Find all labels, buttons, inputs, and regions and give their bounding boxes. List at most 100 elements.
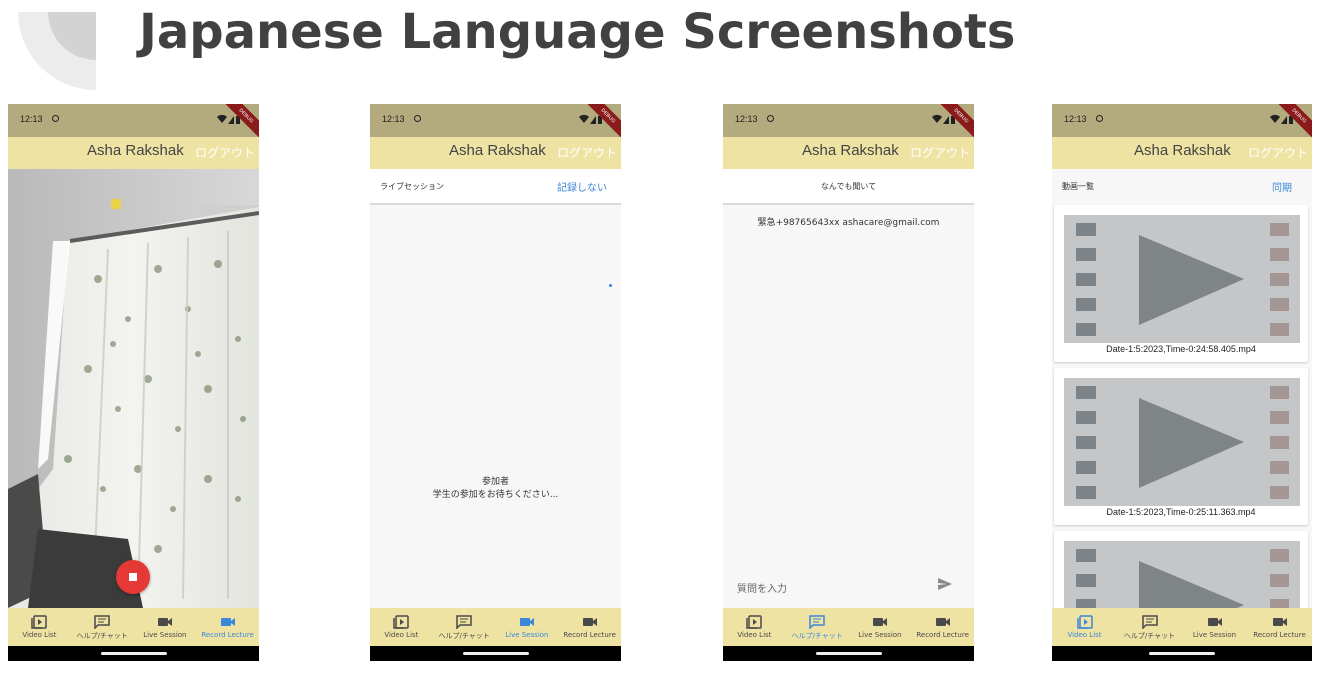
sync-button[interactable]: 同期	[1272, 179, 1292, 194]
nav-help-chat[interactable]: ヘルプ/チャット	[786, 608, 849, 646]
play-icon	[1064, 215, 1300, 343]
nav-label: Record Lecture	[563, 631, 616, 639]
logo-arc	[18, 12, 96, 90]
phone-chat-screen: 12:13 DEBUG Asha Rakshak ログアウト なんでも聞いて 緊…	[723, 104, 974, 661]
video-filename: Date-1:5:2023,Time-0:24:58.405.mp4	[1106, 344, 1256, 354]
camera-preview	[8, 169, 259, 608]
app-bar: Asha Rakshak ログアウト	[8, 137, 259, 169]
question-input[interactable]: 質問を入力	[737, 580, 787, 595]
status-time: 12:13	[735, 114, 758, 124]
nav-record-lecture[interactable]: Record Lecture	[1247, 608, 1312, 646]
chat-icon	[456, 615, 472, 629]
status-bar: 12:13 DEBUG	[370, 104, 621, 143]
nav-video-list[interactable]: Video List	[723, 608, 786, 646]
app-bar: Asha Rakshak ログアウト	[723, 137, 974, 169]
phone-record-screen: 12:13 DEBUG Asha Rakshak ログアウト Video Lis…	[8, 104, 259, 661]
status-time: 12:13	[382, 114, 405, 124]
video-list-icon	[31, 615, 48, 629]
record-video-icon	[1272, 618, 1287, 626]
phone-live-session-screen: 12:13 DEBUG Asha Rakshak ログアウト ライブセッション …	[370, 104, 621, 661]
bottom-navigation: Video List ヘルプ/チャット Live Session Record …	[723, 608, 974, 646]
logout-button[interactable]: ログアウト	[195, 144, 255, 161]
videocam-icon	[519, 618, 534, 626]
section-title: 動画一覧	[1062, 182, 1094, 191]
app-bar: Asha Rakshak ログアウト	[1052, 137, 1312, 169]
status-bar: 12:13 DEBUG	[8, 104, 259, 143]
video-card[interactable]: Date-1:5:2023,Time-0:25:11.363.mp4	[1054, 368, 1308, 525]
nav-label: Video List	[22, 631, 57, 639]
do-not-disturb-icon	[767, 115, 774, 122]
nav-help-chat[interactable]: ヘルプ/チャット	[433, 608, 496, 646]
nav-help-chat[interactable]: ヘルプ/チャット	[71, 608, 134, 646]
stop-recording-button[interactable]	[116, 560, 150, 594]
chat-icon	[1141, 615, 1158, 629]
home-indicator[interactable]	[462, 652, 529, 655]
nav-label: Live Session	[143, 631, 187, 639]
nav-live-session[interactable]: Live Session	[134, 608, 197, 646]
nav-live-session[interactable]: Live Session	[1182, 608, 1247, 646]
nav-video-list[interactable]: Video List	[8, 608, 71, 646]
nav-label: ヘルプ/チャット	[1123, 632, 1176, 640]
video-card[interactable]: Date-1:5:2023,Time-0:24:58.405.mp4	[1054, 205, 1308, 362]
system-home-bar	[8, 646, 259, 661]
no-record-button[interactable]: 記録しない	[557, 179, 607, 194]
system-home-bar	[370, 646, 621, 661]
participants-label: 参加者	[481, 477, 509, 487]
nav-record-lecture[interactable]: Record Lecture	[911, 608, 974, 646]
chat-icon	[94, 615, 110, 629]
home-indicator[interactable]	[100, 652, 167, 655]
nav-help-chat[interactable]: ヘルプ/チャット	[1117, 608, 1182, 646]
home-indicator[interactable]	[815, 652, 882, 655]
section-title: なんでも聞いて	[820, 182, 877, 191]
logout-button[interactable]: ログアウト	[1248, 144, 1308, 161]
video-list-icon	[746, 615, 763, 629]
nav-label: Live Session	[858, 631, 902, 639]
stop-icon	[129, 573, 137, 581]
do-not-disturb-icon	[1096, 115, 1103, 122]
waiting-message: 参加者 学生の参加をお待ちください...	[370, 476, 621, 502]
videocam-icon	[157, 618, 172, 626]
status-time: 12:13	[1064, 114, 1087, 124]
logout-button[interactable]: ログアウト	[557, 144, 617, 161]
home-indicator[interactable]	[1149, 652, 1215, 655]
videocam-icon	[872, 618, 887, 626]
nav-label: ヘルプ/チャット	[438, 632, 490, 640]
page-title: Japanese Language Screenshots	[139, 4, 1016, 60]
loading-indicator	[609, 284, 612, 287]
do-not-disturb-icon	[414, 115, 421, 122]
logout-button[interactable]: ログアウト	[910, 144, 970, 161]
system-home-bar	[1052, 646, 1312, 661]
record-video-icon	[220, 618, 235, 626]
play-icon	[1064, 378, 1300, 506]
do-not-disturb-icon	[52, 115, 59, 122]
nav-label: Video List	[384, 631, 419, 639]
nav-video-list[interactable]: Video List	[1052, 608, 1117, 646]
nav-live-session[interactable]: Live Session	[496, 608, 559, 646]
send-icon[interactable]	[938, 578, 952, 590]
nav-label: ヘルプ/チャット	[791, 632, 843, 640]
video-list-icon	[1076, 615, 1093, 629]
nav-record-lecture[interactable]: Record Lecture	[558, 608, 621, 646]
nav-label: Record Lecture	[201, 631, 254, 639]
nav-record-lecture[interactable]: Record Lecture	[196, 608, 259, 646]
nav-label: ヘルプ/チャット	[76, 632, 128, 640]
live-session-header: ライブセッション 記録しない	[370, 169, 621, 205]
bottom-navigation: Video List ヘルプ/チャット Live Session Record …	[1052, 608, 1312, 646]
nav-label: Record Lecture	[916, 631, 969, 639]
nav-label: Video List	[1067, 631, 1102, 639]
chat-icon	[809, 615, 825, 629]
video-filename: Date-1:5:2023,Time-0:25:11.363.mp4	[1106, 507, 1256, 517]
nav-live-session[interactable]: Live Session	[849, 608, 912, 646]
record-video-icon	[582, 618, 597, 626]
status-bar: 12:13 DEBUG	[1052, 104, 1312, 143]
waiting-text: 学生の参加をお待ちください...	[432, 490, 559, 500]
videocam-icon	[1207, 618, 1222, 626]
chat-header: なんでも聞いて	[723, 169, 974, 205]
app-bar: Asha Rakshak ログアウト	[370, 137, 621, 169]
status-bar: 12:13 DEBUG	[723, 104, 974, 143]
status-time: 12:13	[20, 114, 43, 124]
emergency-contact: 緊急+98765643xx ashacare@gmail.com	[757, 218, 940, 228]
system-home-bar	[723, 646, 974, 661]
video-list-header: 動画一覧 同期	[1052, 169, 1312, 203]
nav-video-list[interactable]: Video List	[370, 608, 433, 646]
